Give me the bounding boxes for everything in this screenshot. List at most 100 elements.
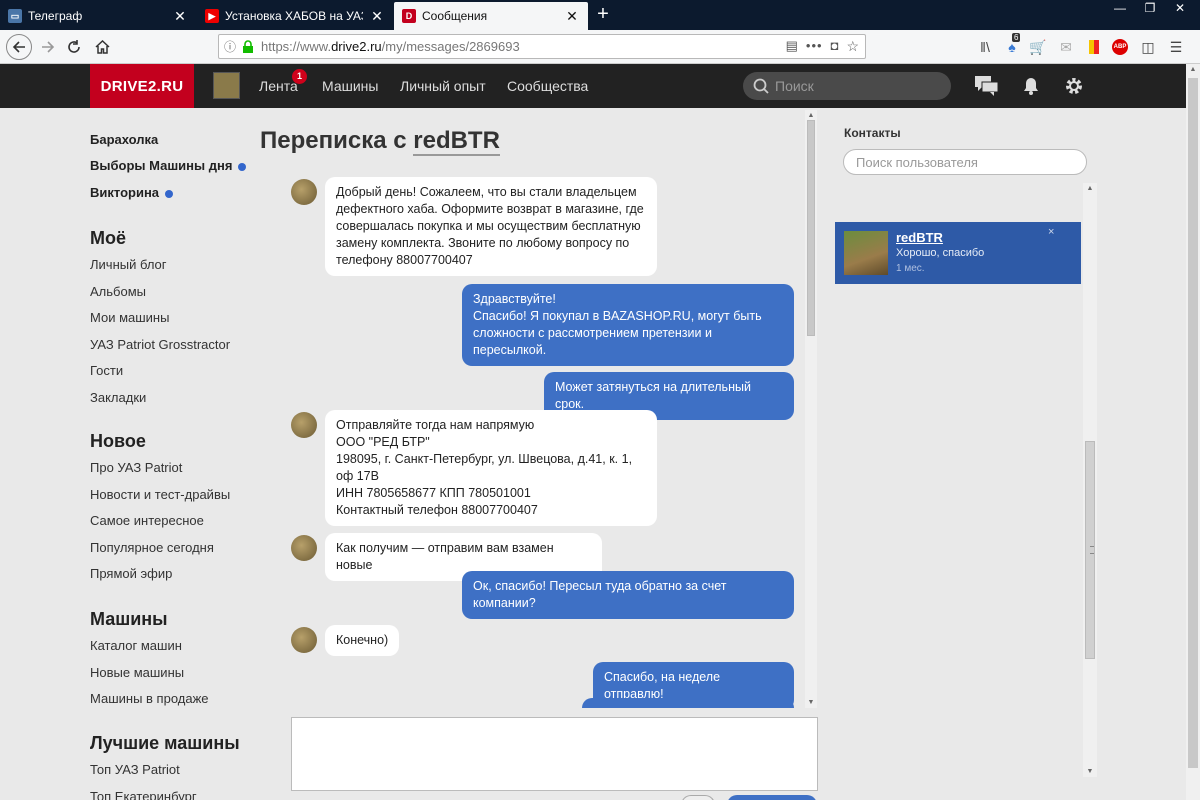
sidebar-item[interactable]: Личный блог bbox=[90, 257, 167, 272]
message-line: компании? bbox=[473, 596, 536, 610]
minimize-icon[interactable]: — bbox=[1105, 0, 1135, 18]
contact-item[interactable]: redBTR Хорошо, спасибо 1 мес. × bbox=[835, 222, 1081, 284]
send-button[interactable] bbox=[727, 795, 817, 800]
more-actions-icon[interactable]: ••• bbox=[806, 38, 823, 55]
message-composer[interactable] bbox=[291, 717, 818, 791]
close-icon[interactable]: ✕ bbox=[564, 8, 580, 25]
user-avatar[interactable] bbox=[213, 72, 240, 99]
nav-experience[interactable]: Личный опыт bbox=[400, 64, 486, 108]
home-button[interactable] bbox=[90, 35, 114, 59]
message-line: Добрый день! Сожалеем, что вы стали влад… bbox=[336, 185, 637, 199]
contact-search-input[interactable] bbox=[843, 149, 1087, 175]
forward-button[interactable] bbox=[36, 35, 60, 59]
close-icon[interactable]: ✕ bbox=[369, 8, 385, 25]
message-line: пересылкой. bbox=[473, 343, 547, 357]
sidebar-item[interactable]: Новые машины bbox=[90, 665, 184, 680]
sender-avatar[interactable] bbox=[291, 627, 317, 653]
sidebar-item[interactable]: Мои машины bbox=[90, 310, 169, 325]
gear-icon[interactable] bbox=[1062, 74, 1086, 98]
message-line: Конечно) bbox=[336, 633, 389, 647]
nav-communities[interactable]: Сообщества bbox=[507, 64, 588, 108]
site-search-input[interactable] bbox=[775, 78, 935, 94]
close-icon[interactable]: × bbox=[1048, 226, 1054, 238]
reader-view-icon[interactable]: ▤ bbox=[786, 38, 798, 55]
contact-avatar bbox=[844, 231, 888, 275]
reload-button[interactable] bbox=[62, 35, 86, 59]
conversation-username-link[interactable]: redBTR bbox=[413, 127, 500, 156]
sidebar-item-label: Выборы Машины дня bbox=[90, 158, 233, 173]
sidebar-item[interactable]: УАЗ Patriot Grosstractor bbox=[90, 337, 230, 352]
site-search bbox=[743, 72, 951, 100]
unread-dot bbox=[165, 189, 174, 198]
message-line: Спасибо! Я покупал в BAZASHOP.RU, могут … bbox=[473, 309, 762, 323]
bell-icon[interactable] bbox=[1019, 74, 1043, 98]
sidebar-item[interactable]: Топ Екатеринбург bbox=[90, 789, 197, 800]
home-icon bbox=[94, 40, 110, 54]
nav-feed[interactable]: Лента bbox=[259, 64, 298, 108]
sidebar-item[interactable]: Закладки bbox=[90, 390, 146, 405]
tab-messages[interactable]: D Сообщения ✕ bbox=[394, 2, 588, 30]
maximize-icon[interactable]: ❐ bbox=[1135, 0, 1165, 18]
pocket-icon[interactable]: ◘ bbox=[831, 38, 839, 55]
browser-nav-bar: ⓘ https://www. drive2.ru/my/messages/2869… bbox=[0, 30, 1200, 64]
attach-button[interactable] bbox=[681, 795, 715, 800]
nav-cars[interactable]: Машины bbox=[322, 64, 378, 108]
new-tab-button[interactable]: + bbox=[592, 3, 614, 27]
message-line: Может затянуться на длительный срок. bbox=[555, 380, 751, 411]
window-close-icon[interactable]: ✕ bbox=[1165, 0, 1195, 18]
tab-title: Телеграф bbox=[28, 9, 83, 23]
contacts-scrollbar[interactable]: ▲ ▼ bbox=[1083, 183, 1097, 777]
sidebar-item[interactable]: Новости и тест-драйвы bbox=[90, 487, 230, 502]
section-mine-title: Моё bbox=[90, 228, 126, 248]
sidebar-item[interactable]: Барахолка bbox=[90, 132, 158, 147]
sidebar-item[interactable]: Гости bbox=[90, 363, 123, 378]
section-best-cars-title: Лучшие машины bbox=[90, 733, 240, 753]
message-line: Ок, спасибо! Пересыл туда обратно за сче… bbox=[473, 579, 727, 593]
sidebar-toggle-icon[interactable]: ◫ bbox=[1138, 37, 1158, 57]
close-icon[interactable]: ✕ bbox=[172, 8, 188, 25]
search-icon bbox=[753, 78, 769, 94]
bookmark-star-icon[interactable]: ☆ bbox=[846, 38, 859, 55]
sidebar-item[interactable]: Викторина bbox=[90, 185, 174, 200]
menu-icon[interactable]: ☰ bbox=[1166, 37, 1186, 57]
sender-avatar[interactable] bbox=[291, 535, 317, 561]
mail-icon[interactable]: ✉ bbox=[1056, 37, 1076, 57]
tab-telegraph[interactable]: ▭ Телеграф ✕ bbox=[0, 2, 196, 30]
sender-avatar[interactable] bbox=[291, 412, 317, 438]
sidebar-item[interactable]: Альбомы bbox=[90, 284, 146, 299]
tab-youtube[interactable]: ▶ Установка ХАБОВ на УАЗ за 3... ✕ bbox=[197, 2, 393, 30]
sidebar-item[interactable]: Выборы Машины дня bbox=[90, 158, 247, 173]
sidebar-item[interactable]: Прямой эфир bbox=[90, 566, 172, 581]
library-icon[interactable]: ǁ\ bbox=[975, 37, 995, 57]
address-bar[interactable]: ⓘ https://www. drive2.ru/my/messages/2869… bbox=[218, 34, 866, 59]
arrow-right-icon bbox=[42, 41, 55, 53]
message-line: оф 17В bbox=[336, 469, 379, 483]
page-title-prefix: Переписка с bbox=[260, 127, 414, 154]
cart-icon[interactable]: 🛒 bbox=[1028, 37, 1048, 57]
sidebar-item[interactable]: Про УАЗ Patriot bbox=[90, 460, 182, 475]
message-line: Как получим — отправим вам взамен новые bbox=[336, 541, 554, 572]
back-button[interactable] bbox=[6, 34, 32, 60]
bookmark-flag-icon[interactable] bbox=[1084, 37, 1104, 57]
message-scrollbar[interactable]: ▲ ▼ bbox=[805, 110, 817, 708]
youtube-icon: ▶ bbox=[205, 9, 219, 23]
sidebar-item[interactable]: Топ УАЗ Patriot bbox=[90, 762, 180, 777]
contact-name[interactable]: redBTR bbox=[896, 230, 943, 245]
incoming-message: Добрый день! Сожалеем, что вы стали влад… bbox=[325, 177, 657, 276]
window-scrollbar[interactable]: ▲ bbox=[1186, 64, 1200, 800]
message-line: ООО "РЕД БТР" bbox=[336, 435, 430, 449]
info-icon[interactable]: ⓘ bbox=[219, 38, 241, 55]
message-line: сложности с рассмотрением претензии и bbox=[473, 326, 712, 340]
adblock-icon[interactable]: ABP bbox=[1110, 37, 1130, 57]
sidebar-item[interactable]: Популярное сегодня bbox=[90, 540, 214, 555]
messages-icon[interactable] bbox=[975, 74, 999, 98]
sidebar-item[interactable]: Каталог машин bbox=[90, 638, 182, 653]
sync-icon[interactable]: ♠ 6 bbox=[1002, 33, 1022, 57]
sender-avatar[interactable] bbox=[291, 179, 317, 205]
contact-time: 1 мес. bbox=[896, 263, 925, 274]
sidebar-item[interactable]: Самое интересное bbox=[90, 513, 204, 528]
site-logo[interactable]: DRIVE2.RU bbox=[90, 64, 194, 108]
sidebar-item[interactable]: Машины в продаже bbox=[90, 691, 209, 706]
incoming-message: Конечно) bbox=[325, 625, 399, 656]
outgoing-message-partial bbox=[582, 698, 794, 708]
